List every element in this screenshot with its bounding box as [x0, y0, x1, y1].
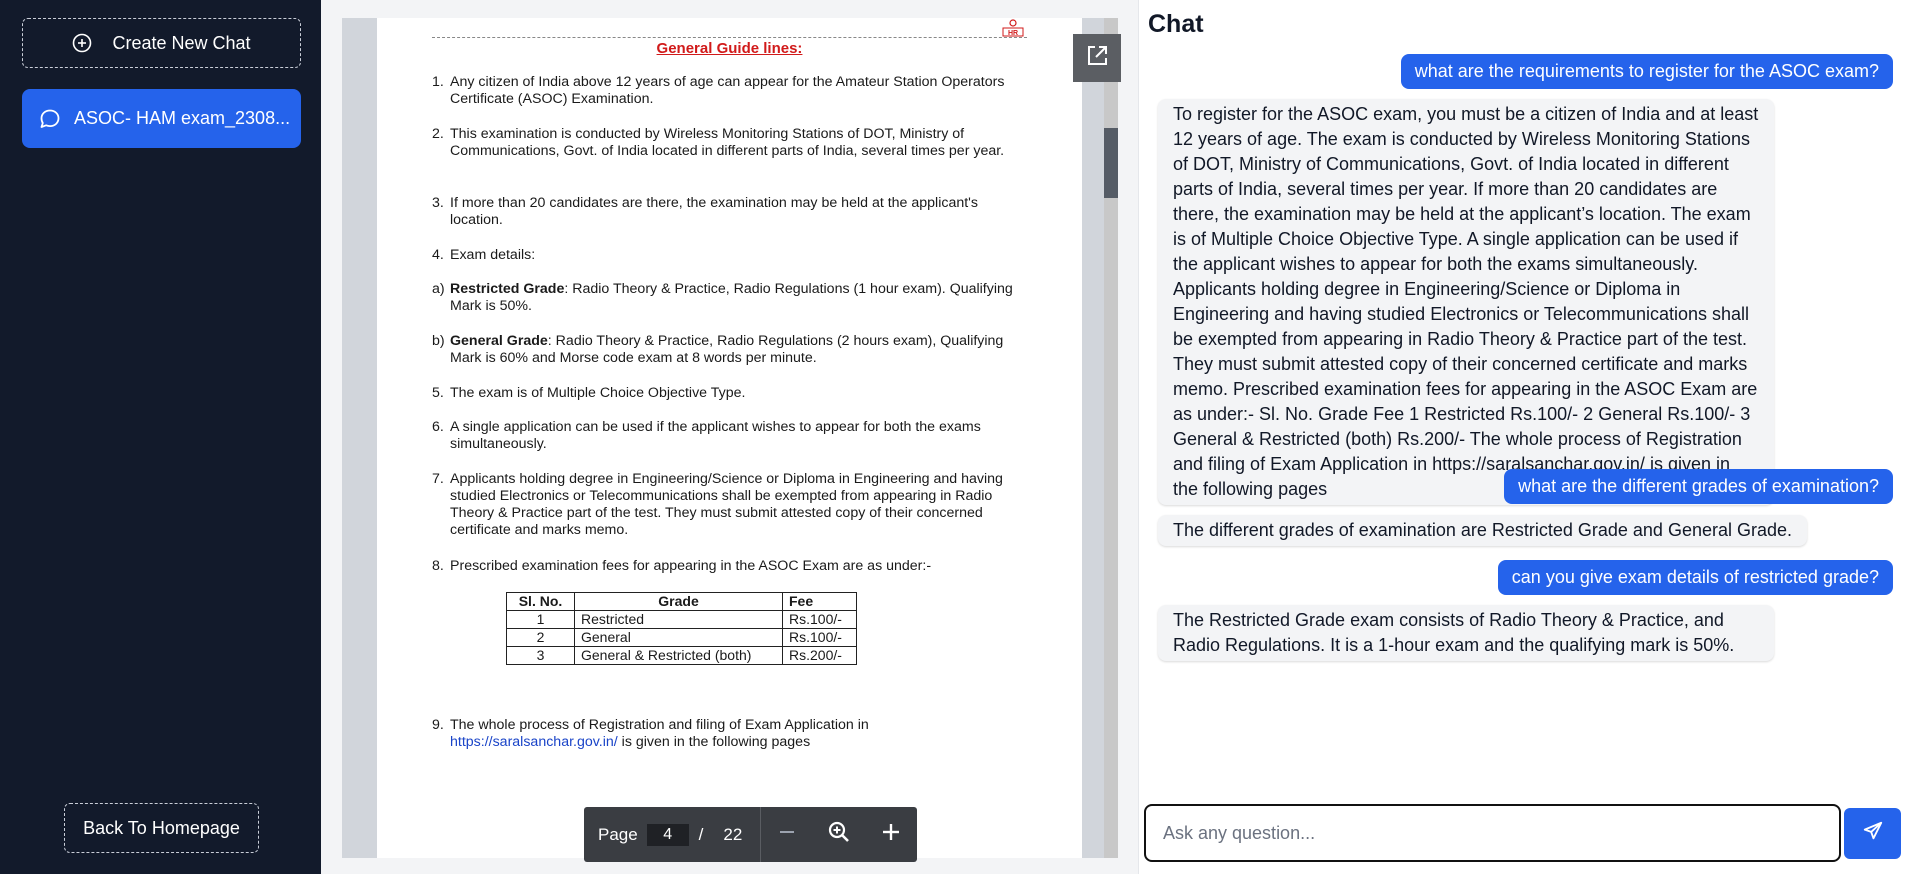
page-total: 22	[723, 824, 743, 844]
user-message: what are the requirements to register fo…	[1400, 54, 1893, 89]
table-header: Grade	[574, 592, 783, 611]
table-header: Sl. No.	[506, 592, 575, 611]
pdf-scrollbar-thumb[interactable]	[1104, 128, 1118, 198]
zoom-out-button[interactable]	[761, 807, 813, 862]
guideline-item: 1. Any citizen of India above 12 years of…	[432, 74, 1005, 107]
registration-link[interactable]: https://saralsanchar.gov.in/	[450, 734, 618, 750]
logo-icon: HR	[1000, 18, 1026, 38]
assistant-message: To register for the ASOC exam, you must …	[1158, 99, 1774, 505]
header-rule	[432, 37, 1027, 38]
assistant-message: The Restricted Grade exam consists of Ra…	[1158, 605, 1774, 661]
table-cell: Restricted	[574, 610, 783, 629]
chat-item-label: ASOC- HAM exam_2308...	[74, 108, 291, 128]
guideline-item: 7. Applicants holding degree in Engineeri…	[432, 471, 1003, 538]
zoom-in-button[interactable]	[865, 807, 917, 862]
table-cell: 3	[506, 646, 575, 665]
guideline-item: 4. Exam details:	[432, 247, 536, 263]
table-row: 1 Restricted Rs.100/-	[506, 610, 857, 629]
fee-table: Sl. No. Grade Fee 1 Restricted Rs.100/- …	[506, 592, 857, 665]
chat-bubble-icon	[38, 107, 62, 131]
guideline-item: 5. The exam is of Multiple Choice Objecti…	[432, 385, 746, 401]
sidebar-chat-item[interactable]: ASOC- HAM exam_2308...	[22, 89, 301, 148]
send-icon	[1862, 820, 1884, 847]
guideline-item: 8. Prescribed examination fees for appear…	[432, 558, 932, 574]
table-cell: Rs.100/-	[782, 628, 857, 647]
plus-circle-icon	[72, 33, 92, 53]
pdf-viewer: HR General Guide lines: 1. Any citizen of…	[321, 0, 1139, 874]
table-header-row: Sl. No. Grade Fee	[506, 592, 857, 611]
zoom-reset-button[interactable]	[813, 807, 865, 862]
pdf-page: HR General Guide lines: 1. Any citizen of…	[377, 18, 1082, 858]
send-button[interactable]	[1844, 808, 1901, 859]
page-number-input[interactable]: 4	[646, 823, 689, 846]
minus-icon	[777, 822, 797, 847]
sidebar: Create New Chat ASOC- HAM exam_2308... B…	[0, 0, 321, 874]
guideline-item: b) General Grade: Radio Theory & Practice…	[432, 333, 1004, 366]
open-external-button[interactable]	[1073, 34, 1121, 82]
page-controls: Page 4 / 22	[584, 807, 917, 862]
pdf-frame[interactable]: HR General Guide lines: 1. Any citizen of…	[342, 18, 1121, 862]
chat-title: Chat	[1148, 10, 1204, 38]
guideline-item: 9. The whole process of Registration and…	[432, 717, 869, 750]
pdf-scrollbar[interactable]	[1104, 18, 1118, 858]
back-to-homepage-button[interactable]: Back To Homepage	[64, 803, 259, 853]
table-cell: 1	[506, 610, 575, 629]
user-message: can you give exam details of restricted …	[1497, 560, 1893, 595]
guideline-item: 2. This examination is conducted by Wirel…	[432, 126, 1005, 159]
guideline-item: 6. A single application can be used if th…	[432, 419, 981, 452]
plus-icon	[881, 822, 901, 847]
user-message: what are the different grades of examina…	[1504, 469, 1893, 504]
table-cell: General	[574, 628, 783, 647]
page-separator: /	[698, 824, 704, 844]
table-cell: General & Restricted (both)	[574, 646, 783, 665]
table-row: 2 General Rs.100/-	[506, 628, 857, 647]
chat-panel: Chat what are the requirements to regist…	[1139, 0, 1907, 874]
page-label: Page	[598, 824, 638, 844]
question-input[interactable]: Ask any question...	[1144, 804, 1841, 862]
create-new-chat-label: Create New Chat	[112, 32, 251, 53]
guideline-item: 3. If more than 20 candidates are there, …	[432, 195, 978, 228]
table-header: Fee	[782, 592, 857, 611]
table-cell: 2	[506, 628, 575, 647]
create-new-chat-button[interactable]: Create New Chat	[22, 18, 301, 68]
table-row: 3 General & Restricted (both) Rs.200/-	[506, 646, 857, 665]
external-link-icon	[1084, 43, 1110, 74]
assistant-message: The different grades of examination are …	[1158, 515, 1808, 546]
table-cell: Rs.100/-	[782, 610, 857, 629]
guideline-item: a) Restricted Grade: Radio Theory & Pract…	[432, 281, 1013, 314]
zoom-icon	[827, 820, 851, 849]
guidelines-title: General Guide lines:	[656, 40, 803, 57]
app-root: Create New Chat ASOC- HAM exam_2308... B…	[0, 0, 1907, 874]
svg-text:HR: HR	[1008, 30, 1018, 37]
table-cell: Rs.200/-	[782, 646, 857, 665]
